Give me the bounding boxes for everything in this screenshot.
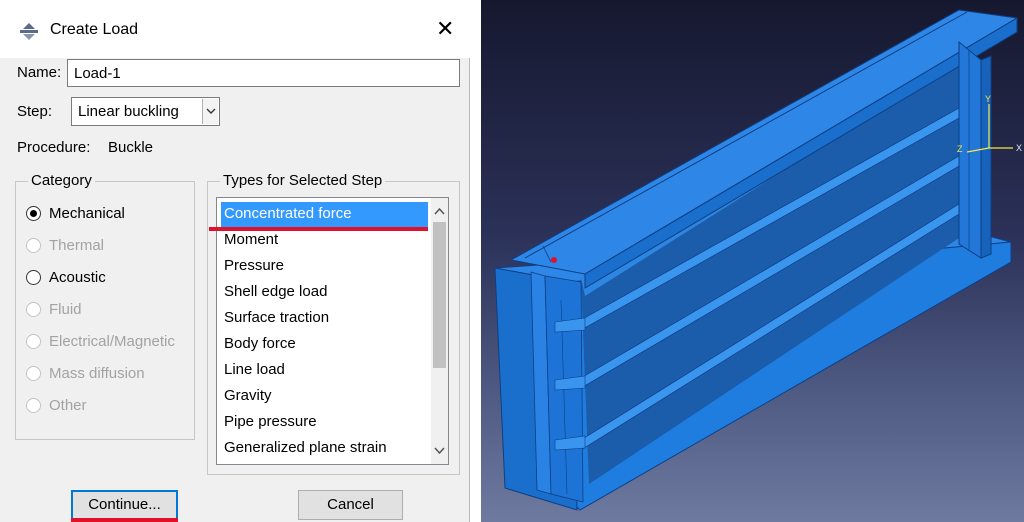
close-icon[interactable]: ✕	[436, 18, 454, 40]
radio-label: Electrical/Magnetic	[49, 332, 175, 350]
radio-other: Other	[26, 395, 87, 415]
radio-electrical-magnetic: Electrical/Magnetic	[26, 331, 175, 351]
types-legend: Types for Selected Step	[220, 172, 386, 189]
radio-acoustic[interactable]: Acoustic	[26, 267, 106, 287]
scroll-thumb[interactable]	[433, 222, 446, 368]
list-item[interactable]: Line load	[221, 358, 428, 384]
dialog-title: Create Load	[50, 21, 139, 38]
list-item[interactable]: Pipe pressure	[221, 410, 428, 436]
model-canvas[interactable]: Y X Z	[481, 0, 1024, 522]
radio-indicator	[26, 365, 41, 381]
name-input[interactable]	[67, 59, 460, 87]
chevron-down-icon[interactable]	[434, 447, 445, 455]
step-select-value: Linear buckling	[78, 103, 179, 120]
types-listbox[interactable]: Concentrated force Moment Pressure Shell…	[216, 197, 449, 465]
step-label: Step:	[17, 103, 53, 120]
list-item[interactable]: Generalized plane strain	[221, 436, 428, 462]
name-label: Name:	[17, 64, 62, 81]
list-item[interactable]: Moment	[221, 228, 428, 254]
radio-label: Mechanical	[49, 204, 125, 222]
highlight-underline-concentrated-force	[209, 227, 428, 231]
cancel-button[interactable]: Cancel	[298, 490, 403, 520]
radio-mass-diffusion: Mass diffusion	[26, 363, 145, 383]
radio-label: Fluid	[49, 300, 82, 318]
triad-y-label: Y	[985, 94, 991, 104]
list-item[interactable]: Pressure	[221, 254, 428, 280]
load-point-marker[interactable]	[551, 257, 557, 263]
list-item[interactable]: Concentrated force	[221, 202, 428, 228]
triad-z-label: Z	[957, 144, 963, 154]
radio-indicator	[26, 397, 41, 413]
procedure-label: Procedure:	[17, 139, 91, 156]
dialog-titlebar: Create Load ✕	[0, 0, 470, 58]
radio-indicator	[26, 333, 41, 349]
continue-button[interactable]: Continue...	[71, 490, 178, 520]
radio-indicator[interactable]	[26, 205, 41, 221]
radio-thermal: Thermal	[26, 235, 104, 255]
list-item[interactable]: Body force	[221, 332, 428, 358]
category-legend: Category	[28, 172, 95, 189]
radio-label: Acoustic	[49, 268, 106, 286]
radio-label: Mass diffusion	[49, 364, 145, 382]
create-load-dialog: Create Load ✕ Name: Step: Linear bucklin…	[0, 0, 470, 522]
chevron-up-icon[interactable]	[434, 207, 445, 215]
step-select[interactable]: Linear buckling	[71, 97, 220, 126]
highlight-underline-continue	[71, 518, 178, 522]
radio-indicator[interactable]	[26, 269, 41, 285]
list-item[interactable]: Gravity	[221, 384, 428, 410]
radio-mechanical[interactable]: Mechanical	[26, 203, 125, 223]
create-load-icon	[20, 23, 38, 40]
radio-fluid: Fluid	[26, 299, 82, 319]
procedure-value: Buckle	[108, 139, 154, 156]
chevron-down-icon[interactable]	[202, 99, 218, 124]
list-item[interactable]: Shell edge load	[221, 280, 428, 306]
model-viewport[interactable]: Y X Z	[481, 0, 1024, 522]
list-item[interactable]: Surface traction	[221, 306, 428, 332]
radio-indicator	[26, 301, 41, 317]
triad-x-label: X	[1016, 143, 1022, 153]
radio-label: Thermal	[49, 236, 105, 254]
category-group: Category Mechanical Thermal Acoustic Flu…	[15, 172, 195, 440]
radio-indicator	[26, 237, 41, 253]
list-scrollbar[interactable]	[431, 198, 448, 464]
radio-label: Other	[49, 396, 87, 414]
